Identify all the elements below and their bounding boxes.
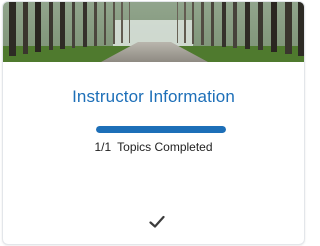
progress-bar (96, 126, 226, 133)
card-title[interactable]: Instructor Information (3, 86, 304, 108)
course-content-card[interactable]: Instructor Information 1/1 Topics Complet… (2, 1, 305, 245)
progress-bar-fill (96, 126, 226, 133)
progress-summary: 1/1 Topics Completed (3, 138, 304, 156)
progress-count: 1/1 (94, 140, 112, 154)
checkmark-icon (149, 215, 165, 228)
card-banner-image (3, 2, 304, 62)
progress-label: Topics Completed (117, 140, 213, 154)
